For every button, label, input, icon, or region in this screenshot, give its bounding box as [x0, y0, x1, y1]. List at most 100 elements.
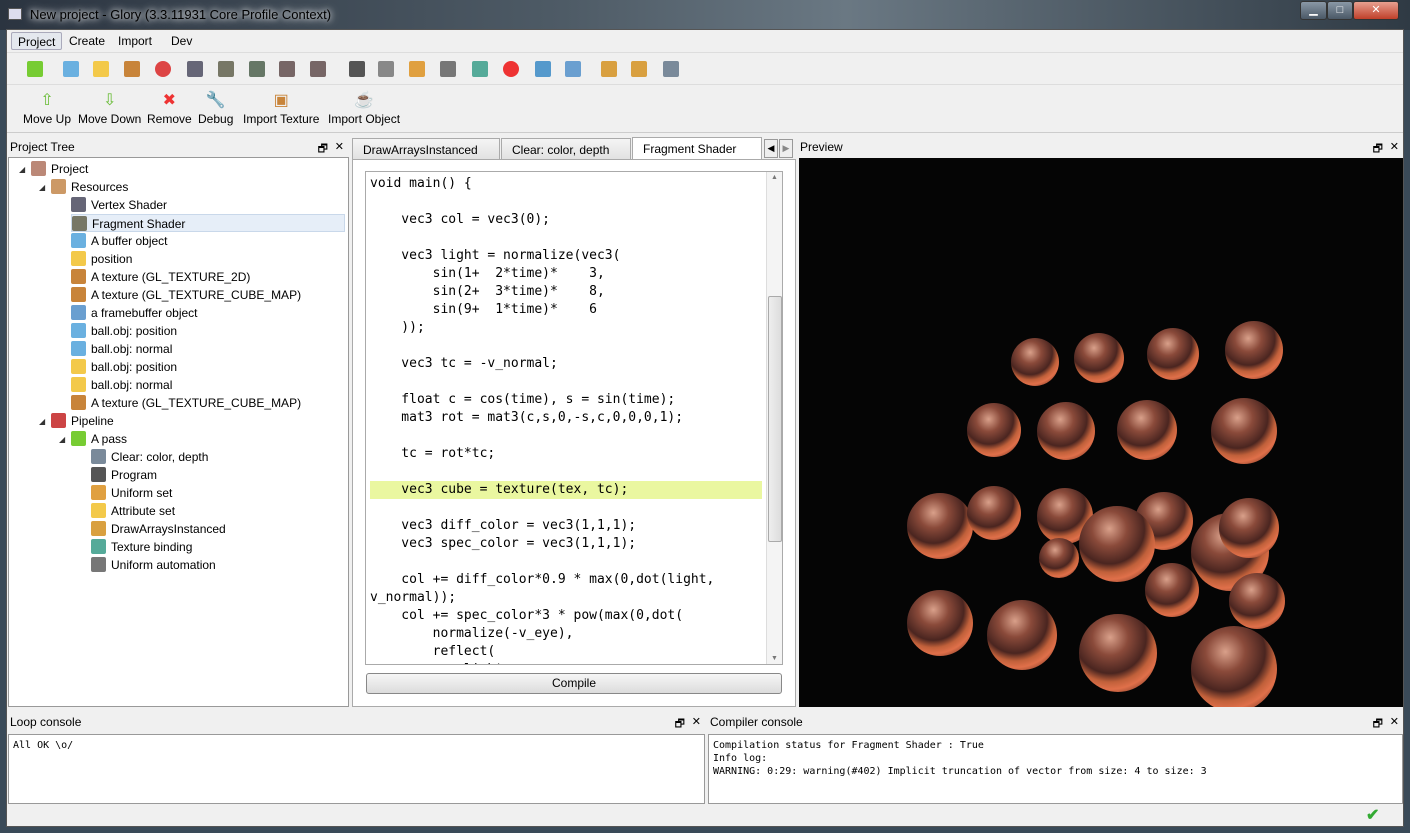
geometry-shader-icon[interactable] — [249, 61, 265, 77]
tree-item[interactable]: ball.obj: position — [71, 358, 177, 376]
close-icon[interactable]: ✕ — [335, 140, 344, 153]
tab-drawarraysinstanced[interactable]: DrawArraysInstanced✕ — [352, 138, 500, 174]
database-icon — [71, 323, 86, 338]
close-icon[interactable]: ✕ — [692, 715, 701, 728]
tree-item[interactable]: Vertex Shader — [71, 196, 167, 214]
menu-project[interactable]: Project — [11, 32, 63, 50]
tab-clear-color-depth[interactable]: Clear: color, depth✕ — [501, 138, 631, 174]
code-line: vec3 diff_color = vec3(1,1,1); — [370, 518, 637, 533]
tree-item[interactable]: Pipeline — [51, 412, 114, 430]
tab-scroll-right[interactable]: ▶ — [779, 139, 793, 158]
tree-item[interactable]: A pass — [71, 430, 127, 448]
tree-item[interactable]: ball.obj: normal — [71, 340, 172, 358]
scroll-down-icon[interactable]: ▼ — [771, 655, 778, 662]
tree-item[interactable]: ball.obj: position — [71, 322, 177, 340]
tree-item[interactable]: Project — [31, 160, 88, 178]
database-icon[interactable] — [63, 61, 79, 77]
scrollbar-thumb[interactable] — [768, 296, 782, 542]
tree-item[interactable]: A texture (GL_TEXTURE_2D) — [71, 268, 250, 286]
import-texture-button[interactable]: ▣ Import Texture — [243, 90, 319, 126]
brush-2-icon[interactable] — [631, 61, 647, 77]
tree-item[interactable]: Uniform automation — [91, 556, 216, 574]
sphere — [1219, 498, 1279, 558]
joystick-icon[interactable] — [440, 61, 456, 77]
tree-item[interactable]: Program — [91, 466, 157, 484]
main-toolbar — [7, 52, 1403, 85]
rgb-icon[interactable] — [155, 61, 171, 77]
preview-header: Preview 🗗 ✕ — [798, 138, 1403, 156]
tree-item[interactable]: Attribute set — [91, 502, 175, 520]
menu-import[interactable]: Import — [112, 32, 158, 50]
expand-arrow-icon[interactable]: ◢ — [59, 435, 65, 444]
expand-arrow-icon[interactable]: ◢ — [39, 183, 45, 192]
fragment-shader-icon[interactable] — [218, 61, 234, 77]
tab-label: DrawArraysInstanced — [363, 143, 478, 157]
scroll-up-icon[interactable]: ▲ — [771, 174, 778, 181]
float-icon[interactable]: 🗗 — [675, 715, 685, 734]
attribute-icon[interactable] — [378, 61, 394, 77]
maximize-button[interactable]: □ — [1327, 1, 1353, 20]
debug-button[interactable]: 🔧 Debug — [198, 90, 233, 126]
code-editor[interactable]: void main() { vec3 col = vec3(0); vec3 l… — [365, 171, 783, 665]
expand-arrow-icon[interactable]: ◢ — [19, 165, 25, 174]
close-button[interactable]: ✕ — [1353, 1, 1399, 20]
tree-item[interactable]: Texture binding — [91, 538, 192, 556]
close-icon[interactable]: ✕ — [1390, 715, 1399, 728]
move-up-button[interactable]: ⇧ Move Up — [23, 90, 71, 126]
expand-arrow-icon[interactable]: ◢ — [39, 417, 45, 426]
menu-dev[interactable]: Dev — [165, 32, 198, 50]
minimize-button[interactable]: ▁ — [1300, 1, 1327, 20]
close-icon[interactable]: ✕ — [1390, 140, 1399, 153]
compiler-console-output[interactable]: Compilation status for Fragment Shader :… — [708, 734, 1403, 804]
tree-item-label: A texture (GL_TEXTURE_2D) — [91, 270, 251, 284]
editor-scrollbar[interactable]: ▲ ▼ — [766, 172, 782, 664]
tree-item[interactable]: Clear: color, depth — [91, 448, 208, 466]
paint-bucket-icon[interactable] — [663, 61, 679, 77]
puzzle-icon[interactable] — [93, 61, 109, 77]
layers-icon[interactable] — [565, 61, 581, 77]
tess-eval-shader-icon[interactable] — [310, 61, 326, 77]
move-down-button[interactable]: ⇩ Move Down — [78, 90, 141, 126]
tree-item-label: Vertex Shader — [91, 198, 168, 212]
window-title: New project - Glory (3.3.11931 Core Prof… — [30, 7, 332, 22]
vertex-shader-icon[interactable] — [187, 61, 203, 77]
import-object-button[interactable]: ☕ Import Object — [328, 90, 400, 126]
action-label: Import Texture — [243, 112, 320, 126]
tree-item[interactable]: Resources — [51, 178, 128, 196]
loop-console-output[interactable]: All OK \o/ — [8, 734, 705, 804]
code-line: float c = cos(time), s = sin(time); — [370, 392, 676, 407]
program-icon[interactable] — [349, 61, 365, 77]
tree-item[interactable]: a framebuffer object — [71, 304, 198, 322]
tree-item[interactable]: A buffer object — [71, 232, 168, 250]
tree-item[interactable]: A texture (GL_TEXTURE_CUBE_MAP) — [71, 394, 301, 412]
float-icon[interactable]: 🗗 — [1373, 140, 1383, 159]
tree-item[interactable]: position — [71, 250, 132, 268]
tree-item[interactable]: ball.obj: normal — [71, 376, 172, 394]
tree-item[interactable]: Fragment Shader — [71, 214, 345, 232]
tree-item[interactable]: DrawArraysInstanced — [91, 520, 226, 538]
texture-icon[interactable] — [124, 61, 140, 77]
tree-item[interactable]: A texture (GL_TEXTURE_CUBE_MAP) — [71, 286, 301, 304]
brush-icon[interactable] — [601, 61, 617, 77]
action-toolbar: ⇧ Move Up ⇩ Move Down ✖ Remove 🔧 Debug ▣ Import T… — [7, 86, 1403, 133]
tess-control-shader-icon[interactable] — [279, 61, 295, 77]
menu-create[interactable]: Create — [63, 32, 111, 50]
framebuffer-icon[interactable] — [535, 61, 551, 77]
compile-button[interactable]: Compile — [366, 673, 782, 694]
tree-item[interactable]: Uniform set — [91, 484, 172, 502]
tree-item-label: Uniform set — [111, 486, 173, 500]
ruler-icon[interactable] — [409, 61, 425, 77]
tab-scroll-left[interactable]: ◀ — [764, 139, 778, 158]
sphere — [1145, 563, 1199, 617]
tab-fragment-shader[interactable]: Fragment Shader✕ — [632, 137, 762, 173]
code-line: void main() { — [370, 176, 472, 191]
preview-viewport[interactable] — [799, 158, 1403, 707]
texture-binding-icon[interactable] — [472, 61, 488, 77]
remove-button[interactable]: ✖ Remove — [147, 90, 192, 126]
arrow-right-icon[interactable] — [27, 61, 43, 77]
float-icon[interactable]: 🗗 — [1373, 715, 1383, 734]
stop-icon[interactable] — [503, 61, 519, 77]
